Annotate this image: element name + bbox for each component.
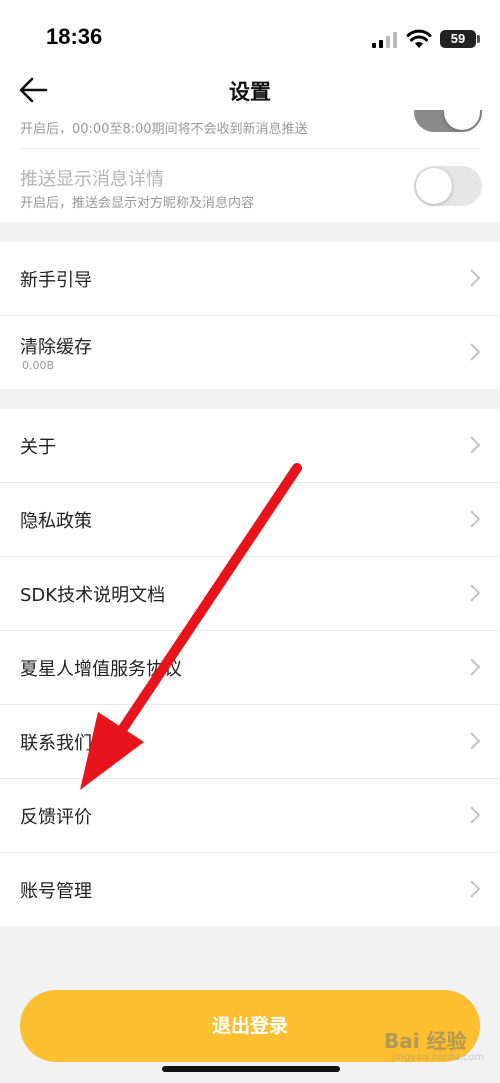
- chevron-right-icon: [470, 510, 481, 528]
- chevron-right-icon: [470, 343, 481, 361]
- watermark-url: jingyan.baidu.com: [392, 1052, 485, 1063]
- divider: [20, 148, 480, 149]
- dnd-description: 开启后，00:00至8:00期间将不会收到新消息推送: [20, 122, 308, 137]
- settings-row-guide[interactable]: 新手引导: [0, 242, 500, 316]
- page-title: 设置: [229, 80, 271, 104]
- row-label: SDK技术说明文档: [20, 585, 166, 606]
- row-label: 联系我们: [20, 733, 92, 754]
- chevron-right-icon: [470, 269, 481, 287]
- push-detail-title: 推送显示消息详情: [20, 169, 164, 190]
- settings-row-privacy-policy[interactable]: 隐私政策: [0, 483, 500, 557]
- row-label: 清除缓存: [20, 337, 92, 358]
- row-label: 账号管理: [20, 881, 92, 902]
- battery-indicator: 59: [440, 30, 476, 48]
- row-label: 夏星人增值服务协议: [20, 659, 182, 680]
- cellular-signal-icon: [372, 32, 397, 48]
- chevron-right-icon: [470, 584, 481, 602]
- row-label: 反馈评价: [20, 807, 92, 828]
- chevron-right-icon: [470, 880, 481, 898]
- settings-row-account[interactable]: 账号管理: [0, 853, 500, 926]
- push-detail-toggle[interactable]: [414, 166, 482, 206]
- home-indicator: [162, 1066, 340, 1072]
- toggle-knob: [416, 168, 452, 204]
- status-bar: 18:36 59: [0, 0, 500, 74]
- settings-row-contact-us[interactable]: 联系我们: [0, 705, 500, 779]
- settings-row-sdk-docs[interactable]: SDK技术说明文档: [0, 557, 500, 631]
- cache-size: 0.00B: [22, 359, 55, 372]
- settings-group-1: 新手引导 清除缓存 0.00B: [0, 242, 500, 389]
- settings-row-about[interactable]: 关于: [0, 409, 500, 483]
- settings-row-service-agreement[interactable]: 夏星人增值服务协议: [0, 631, 500, 705]
- wifi-icon: [406, 29, 432, 48]
- toggle-knob: [444, 110, 480, 130]
- dnd-toggle[interactable]: [414, 110, 482, 132]
- status-time: 18:36: [46, 24, 103, 49]
- row-label: 新手引导: [20, 270, 92, 291]
- chevron-right-icon: [470, 436, 481, 454]
- row-label: 关于: [20, 437, 56, 458]
- push-detail-description: 开启后，推送会显示对方昵称及消息内容: [20, 196, 255, 211]
- chevron-right-icon: [470, 806, 481, 824]
- row-label: 隐私政策: [20, 511, 92, 532]
- watermark-logo: Bai 经验: [384, 1029, 467, 1053]
- nav-bar: 设置: [0, 74, 500, 110]
- chevron-right-icon: [470, 658, 481, 676]
- settings-row-clear-cache[interactable]: 清除缓存 0.00B: [0, 316, 500, 389]
- settings-group-2: 关于 隐私政策 SDK技术说明文档 夏星人增值服务协议 联系我们 反馈评价 账号…: [0, 409, 500, 926]
- battery-tip: [477, 35, 480, 43]
- notification-settings: 开启后，00:00至8:00期间将不会收到新消息推送 推送显示消息详情 开启后，…: [0, 110, 500, 222]
- chevron-right-icon: [470, 732, 481, 750]
- settings-row-feedback[interactable]: 反馈评价: [0, 779, 500, 853]
